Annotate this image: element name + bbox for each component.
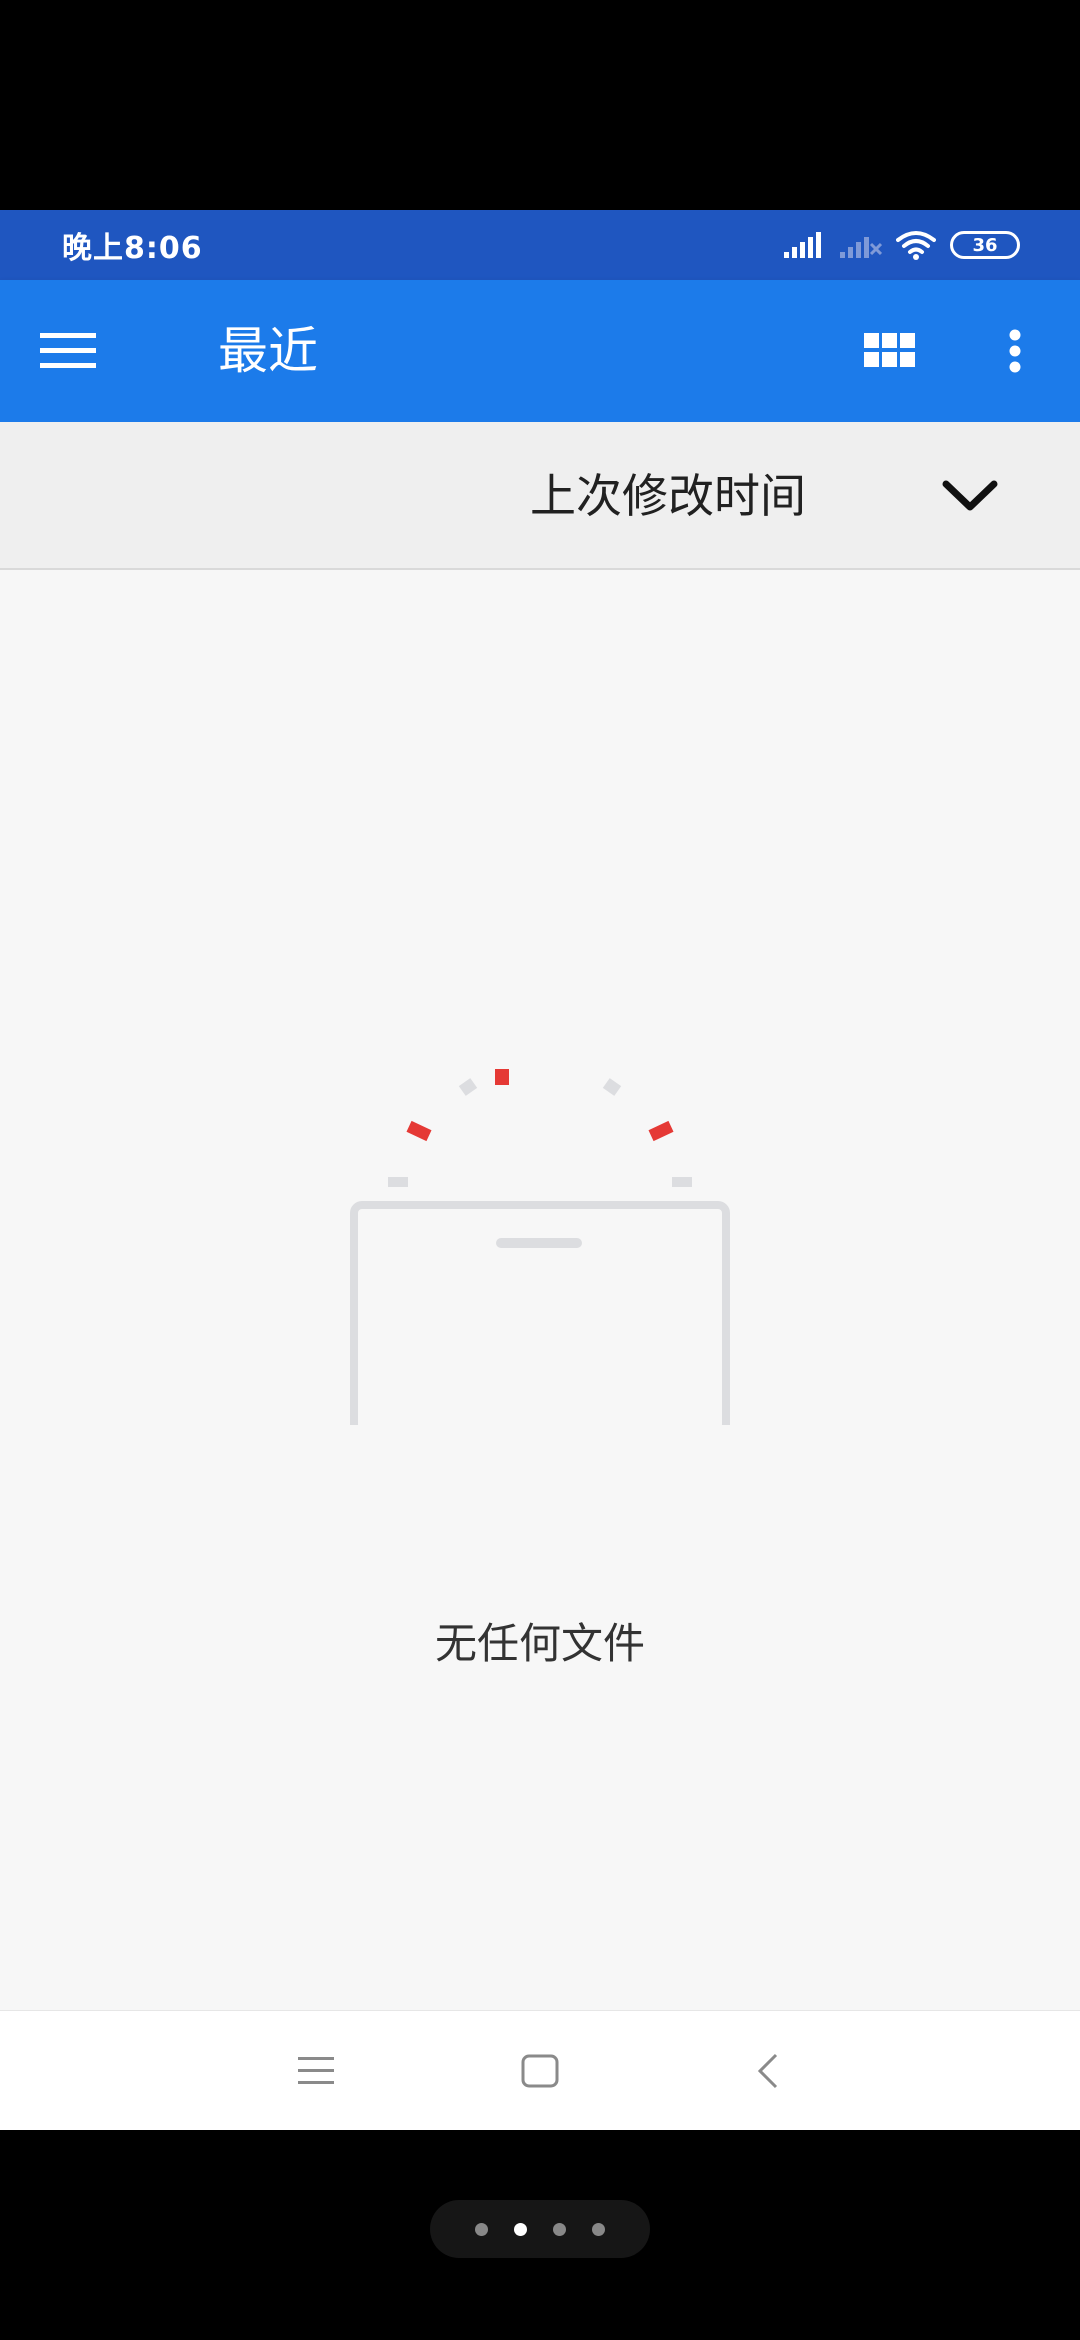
empty-box-icon (350, 1069, 730, 1425)
status-icons: 36 (784, 230, 1020, 260)
top-black-area (0, 0, 1080, 210)
home-button[interactable] (510, 2041, 570, 2101)
more-vert-icon (1009, 329, 1021, 373)
system-nav-bar (0, 2010, 1080, 2130)
bottom-black-area (0, 2130, 1080, 2340)
page-dot-active (514, 2222, 527, 2236)
page-dot (475, 2222, 488, 2236)
back-icon (757, 2053, 778, 2089)
recents-icon (298, 2057, 334, 2084)
page-dot (592, 2222, 605, 2236)
app-bar: 最近 (0, 280, 1080, 422)
back-button[interactable] (738, 2041, 798, 2101)
grid-view-icon (864, 333, 915, 367)
battery-level: 36 (972, 234, 998, 256)
signal-off-icon (840, 237, 882, 258)
recents-button[interactable] (286, 2041, 346, 2101)
empty-message: 无任何文件 (434, 1619, 645, 1668)
sort-label: 上次修改时间 (530, 469, 806, 523)
more-options-button[interactable] (980, 316, 1050, 386)
grid-view-button[interactable] (850, 316, 930, 386)
home-icon (521, 2054, 559, 2088)
content-area: 无任何文件 (0, 570, 1080, 2010)
wifi-icon (896, 231, 936, 260)
signal-icon (784, 232, 821, 258)
status-time: 晚上8:06 (62, 231, 203, 266)
status-bar: 晚上8:06 36 (0, 210, 1080, 280)
page-indicator (430, 2200, 650, 2258)
chevron-down-icon (942, 480, 998, 511)
page-dot (553, 2222, 566, 2236)
menu-icon (40, 333, 96, 368)
battery-icon: 36 (950, 231, 1020, 259)
sort-dropdown-button[interactable] (935, 466, 1005, 526)
sort-bar[interactable]: 上次修改时间 (0, 422, 1080, 570)
menu-button[interactable] (40, 316, 130, 386)
page-title: 最近 (218, 322, 318, 380)
